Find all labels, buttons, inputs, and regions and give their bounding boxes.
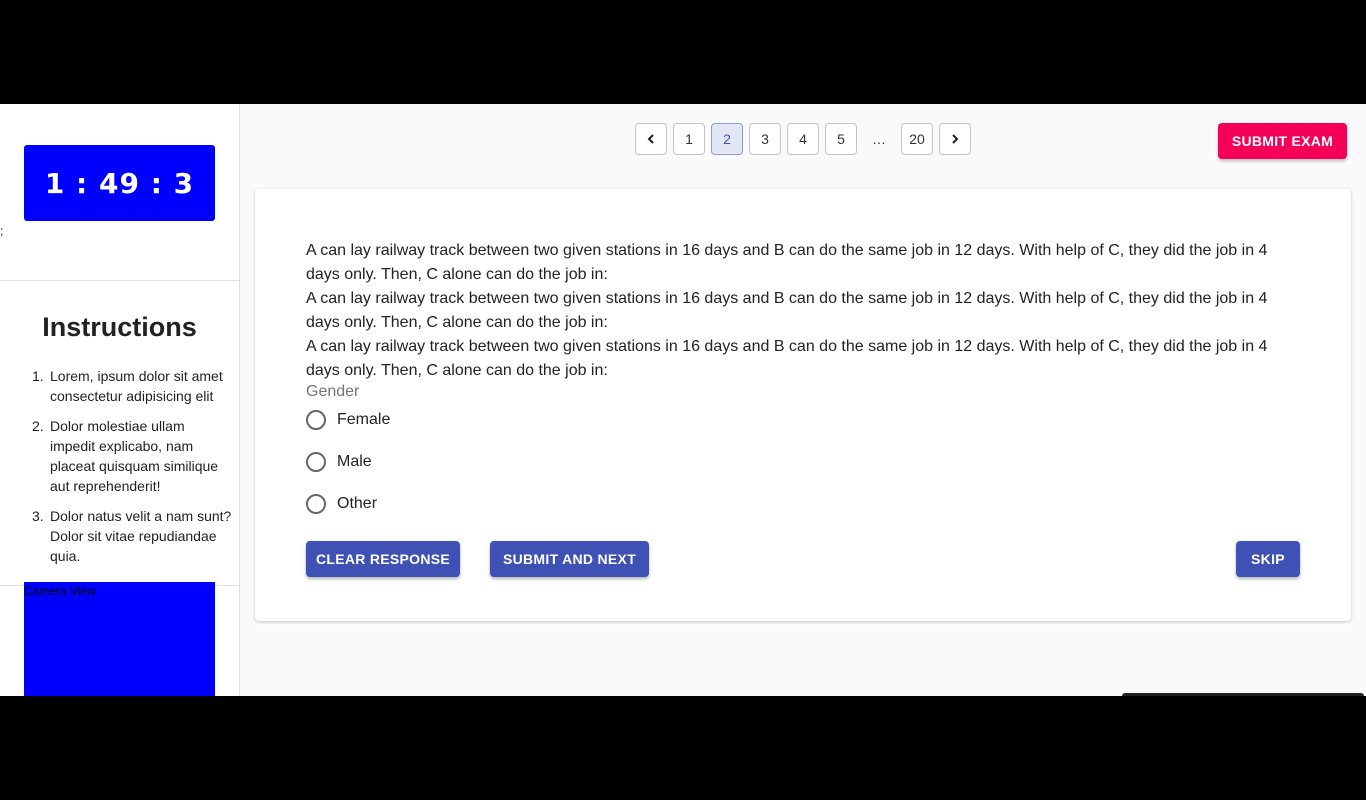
camera-view-label: Camera View	[24, 584, 96, 598]
radio-button[interactable]	[306, 410, 326, 430]
prev-page-button[interactable]	[635, 123, 667, 155]
page-button-20[interactable]: 20	[901, 123, 933, 155]
instruction-number: 1.	[32, 368, 44, 384]
instruction-text: Lorem, ipsum dolor sit amet consectetur …	[50, 368, 223, 404]
question-paragraph: A can lay railway track between two give…	[306, 290, 1268, 331]
option-label: Male	[337, 453, 372, 470]
instruction-text: Dolor natus velit a nam sunt? Dolor sit …	[50, 508, 232, 564]
instructions-title: Instructions	[42, 312, 197, 342]
option-label: Female	[337, 411, 391, 428]
instruction-item: 3. Dolor natus velit a nam sunt? Dolor s…	[32, 506, 232, 566]
submit-and-next-button[interactable]: SUBMIT AND NEXT	[490, 541, 649, 577]
page-button-2-current[interactable]: 2	[711, 123, 743, 155]
next-page-button[interactable]	[939, 123, 971, 155]
page-button-5[interactable]: 5	[825, 123, 857, 155]
page-button-3[interactable]: 3	[749, 123, 781, 155]
sidebar: 1 : 49 : 3 ; Instructions 1. Lorem, ipsu…	[0, 104, 240, 696]
instruction-item: 1. Lorem, ipsum dolor sit amet consectet…	[32, 366, 232, 406]
overlay-edge	[1122, 693, 1364, 696]
page-ellipsis: …	[872, 131, 886, 147]
option-label: Other	[337, 495, 378, 512]
camera-view: Camera View	[24, 582, 215, 696]
chevron-left-icon	[647, 134, 654, 144]
page-button-4[interactable]: 4	[787, 123, 819, 155]
instruction-text: Dolor molestiae ullam impedit explicabo,…	[50, 418, 219, 494]
option-female[interactable]: Female	[306, 410, 390, 430]
skip-button[interactable]: SKIP	[1236, 541, 1300, 577]
instructions-list: 1. Lorem, ipsum dolor sit amet consectet…	[32, 366, 232, 576]
question-text: A can lay railway track between two give…	[306, 239, 1296, 383]
question-pagination: 1 2 3 4 5 … 20	[635, 123, 977, 155]
stray-text: ;	[0, 224, 4, 238]
question-paragraph: A can lay railway track between two give…	[306, 242, 1268, 283]
countdown-timer: 1 : 49 : 3	[24, 145, 215, 221]
radio-button[interactable]	[306, 494, 326, 514]
question-paragraph: A can lay railway track between two give…	[306, 338, 1268, 379]
radio-button[interactable]	[306, 452, 326, 472]
option-other[interactable]: Other	[306, 494, 377, 514]
page-button-1[interactable]: 1	[673, 123, 705, 155]
submit-exam-button[interactable]: SUBMIT EXAM	[1218, 123, 1347, 159]
option-male[interactable]: Male	[306, 452, 372, 472]
option-group-label: Gender	[306, 383, 360, 400]
sidebar-divider	[0, 280, 239, 281]
question-card: A can lay railway track between two give…	[255, 189, 1351, 621]
clear-response-button[interactable]: CLEAR RESPONSE	[306, 541, 460, 577]
exam-page: 1 : 49 : 3 ; Instructions 1. Lorem, ipsu…	[0, 104, 1366, 696]
instruction-number: 2.	[32, 418, 44, 434]
instruction-number: 3.	[32, 508, 44, 524]
chevron-right-icon	[952, 134, 959, 144]
instruction-item: 2. Dolor molestiae ullam impedit explica…	[32, 416, 232, 496]
